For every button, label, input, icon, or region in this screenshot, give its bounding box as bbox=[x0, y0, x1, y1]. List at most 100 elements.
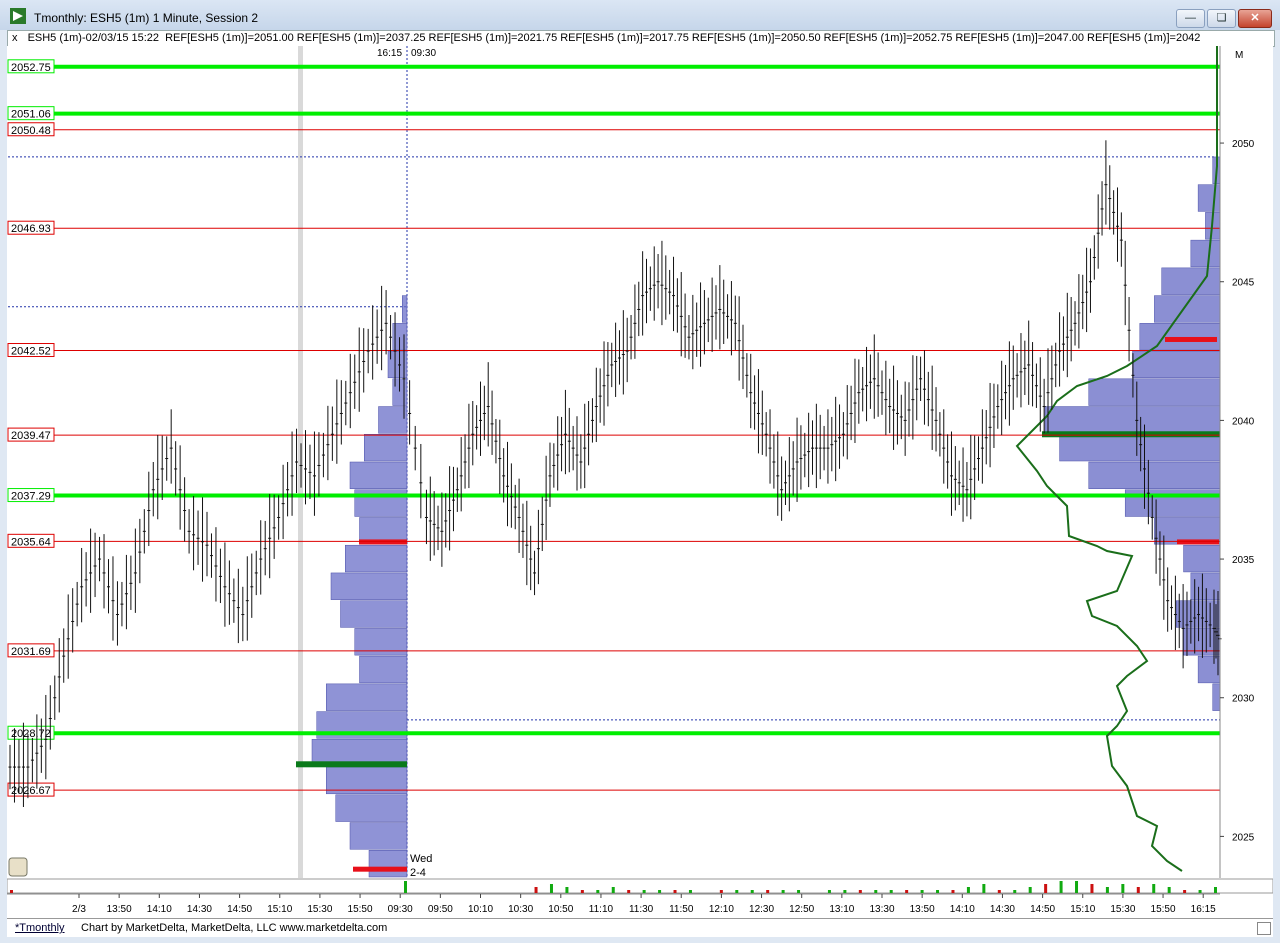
minimize-button[interactable]: — bbox=[1176, 9, 1205, 28]
ref-label: 2037.29 bbox=[11, 491, 51, 503]
volume-bar bbox=[1152, 884, 1156, 893]
volume-bar bbox=[920, 890, 924, 893]
footer-toggle[interactable] bbox=[1257, 922, 1271, 935]
volume-bar bbox=[797, 890, 801, 893]
time-axis-label: 14:30 bbox=[187, 904, 212, 915]
volume-profile-bar bbox=[368, 850, 408, 878]
volume-bar bbox=[719, 890, 723, 893]
footer-bar: *Tmonthly Chart by MarketDelta, MarketDe… bbox=[7, 918, 1273, 937]
volume-profile-bar bbox=[1212, 683, 1221, 711]
volume-bar bbox=[1028, 887, 1032, 893]
volume-profile-bar bbox=[1197, 655, 1221, 684]
volume-profile-bar bbox=[1161, 267, 1221, 295]
time-axis-label: 10:50 bbox=[548, 904, 573, 915]
ref-label: 2028.72 bbox=[11, 728, 51, 740]
volume-bar bbox=[874, 890, 878, 893]
legend-ref-2[interactable]: REF[ESH5 (1m)]=2021.75 bbox=[429, 32, 558, 44]
volume-bar bbox=[596, 890, 600, 893]
legend-ref-6[interactable]: REF[ESH5 (1m)]=2047.00 bbox=[955, 32, 1084, 44]
volume-bar bbox=[627, 890, 631, 893]
plot-background bbox=[7, 46, 1273, 918]
value-area-marker bbox=[353, 866, 407, 872]
volume-profile-bar bbox=[340, 600, 408, 628]
volume-bar bbox=[997, 890, 1001, 893]
volume-bar bbox=[1090, 884, 1094, 893]
study-legend: x ESH5 (1m)-02/03/15 15:22 REF[ESH5 (1m)… bbox=[7, 30, 1275, 47]
volume-bar bbox=[1214, 887, 1217, 893]
volume-bar bbox=[1167, 887, 1171, 893]
volume-bar bbox=[1059, 881, 1063, 893]
volume-pane bbox=[7, 878, 1273, 894]
legend-ref-7[interactable]: REF[ESH5 (1m)]=2042 bbox=[1087, 32, 1200, 44]
time-axis-label: 09:30 bbox=[388, 904, 413, 915]
volume-bar bbox=[1075, 881, 1079, 893]
volume-bar bbox=[1121, 884, 1125, 893]
close-button[interactable]: ✕ bbox=[1238, 9, 1272, 28]
restore-button[interactable]: ❏ bbox=[1207, 9, 1236, 28]
legend-close-icon[interactable]: x bbox=[8, 32, 22, 44]
legend-ref-3[interactable]: REF[ESH5 (1m)]=2017.75 bbox=[560, 32, 689, 44]
price-axis-label: 2040 bbox=[1232, 416, 1255, 427]
time-axis-label: 11:10 bbox=[589, 904, 614, 915]
time-axis-label: 15:10 bbox=[1070, 904, 1095, 915]
volume-profile-bar bbox=[1190, 239, 1221, 268]
chart-window: Tmonthly: ESH5 (1m) 1 Minute, Session 2 … bbox=[0, 0, 1280, 943]
volume-bar bbox=[1044, 884, 1048, 893]
volume-bar bbox=[1013, 890, 1017, 893]
volume-bar bbox=[889, 890, 893, 893]
window-title: Tmonthly: ESH5 (1m) 1 Minute, Session 2 bbox=[34, 11, 259, 25]
ref-label: 2039.47 bbox=[11, 430, 51, 442]
credit-text: Chart by MarketDelta, MarketDelta, LLC w… bbox=[81, 922, 388, 934]
time-axis-label: 14:10 bbox=[950, 904, 975, 915]
volume-bar bbox=[781, 890, 785, 893]
volume-profile-bar bbox=[1139, 323, 1221, 351]
settings-icon[interactable] bbox=[8, 857, 28, 877]
ref-label: 2031.69 bbox=[11, 646, 51, 658]
legend-ref-5[interactable]: REF[ESH5 (1m)]=2052.75 bbox=[824, 32, 953, 44]
legend-instrument[interactable]: ESH5 (1m)-02/03/15 15:22 bbox=[28, 32, 159, 44]
poc-marker bbox=[296, 761, 407, 768]
volume-profile-bar bbox=[326, 683, 408, 711]
time-axis-label: 13:50 bbox=[107, 904, 132, 915]
time-axis-label: 15:30 bbox=[1110, 904, 1135, 915]
time-axis-label: 2/3 bbox=[72, 904, 86, 915]
volume-bar bbox=[1105, 887, 1109, 893]
close-icon: ✕ bbox=[1250, 12, 1260, 24]
session-label-right: 09:30 bbox=[411, 48, 436, 59]
time-axis-label: 10:30 bbox=[508, 904, 533, 915]
ref-label: 2050.48 bbox=[11, 125, 51, 137]
volume-profile-bar bbox=[1132, 350, 1221, 379]
legend-ref-0[interactable]: REF[ESH5 (1m)]=2051.00 bbox=[165, 32, 294, 44]
volume-profile-bar bbox=[378, 406, 408, 434]
volume-bar bbox=[936, 890, 940, 893]
time-axis-label: 16:15 bbox=[1191, 904, 1216, 915]
volume-bar bbox=[1198, 890, 1202, 893]
volume-bar bbox=[611, 887, 615, 893]
chart-tab[interactable]: *Tmonthly bbox=[15, 919, 65, 937]
price-axis-label: 2035 bbox=[1232, 555, 1255, 566]
volume-profile-bar bbox=[1044, 406, 1221, 434]
volume-bar bbox=[982, 884, 986, 893]
volume-bar bbox=[1136, 887, 1140, 893]
axis-corner-label: M bbox=[1235, 50, 1243, 61]
volume-profile-bar bbox=[1190, 572, 1221, 600]
title-bar[interactable]: Tmonthly: ESH5 (1m) 1 Minute, Session 2 … bbox=[0, 0, 1280, 30]
volume-bar bbox=[642, 890, 646, 893]
profile-label: Wed bbox=[410, 853, 432, 865]
price-axis-label: 2030 bbox=[1232, 694, 1255, 705]
legend-ref-1[interactable]: REF[ESH5 (1m)]=2037.25 bbox=[297, 32, 426, 44]
volume-bar bbox=[673, 890, 677, 893]
time-axis-label: 12:30 bbox=[749, 904, 774, 915]
time-axis-label: 09:50 bbox=[428, 904, 453, 915]
chart-canvas[interactable]: 2052.75 2051.06 2050.48 2046.93 2042.52 2039.… bbox=[7, 46, 1273, 918]
volume-bar bbox=[549, 884, 553, 893]
ref-label: 2035.64 bbox=[11, 536, 51, 548]
volume-profile-bar bbox=[345, 544, 408, 573]
volume-profile-bar bbox=[1088, 378, 1221, 406]
time-axis-label: 15:10 bbox=[267, 904, 292, 915]
volume-bar bbox=[766, 890, 770, 893]
time-axis-label: 14:50 bbox=[227, 904, 252, 915]
legend-ref-4[interactable]: REF[ESH5 (1m)]=2050.50 bbox=[692, 32, 821, 44]
time-axis-label: 15:50 bbox=[348, 904, 373, 915]
volume-bar bbox=[858, 890, 862, 893]
